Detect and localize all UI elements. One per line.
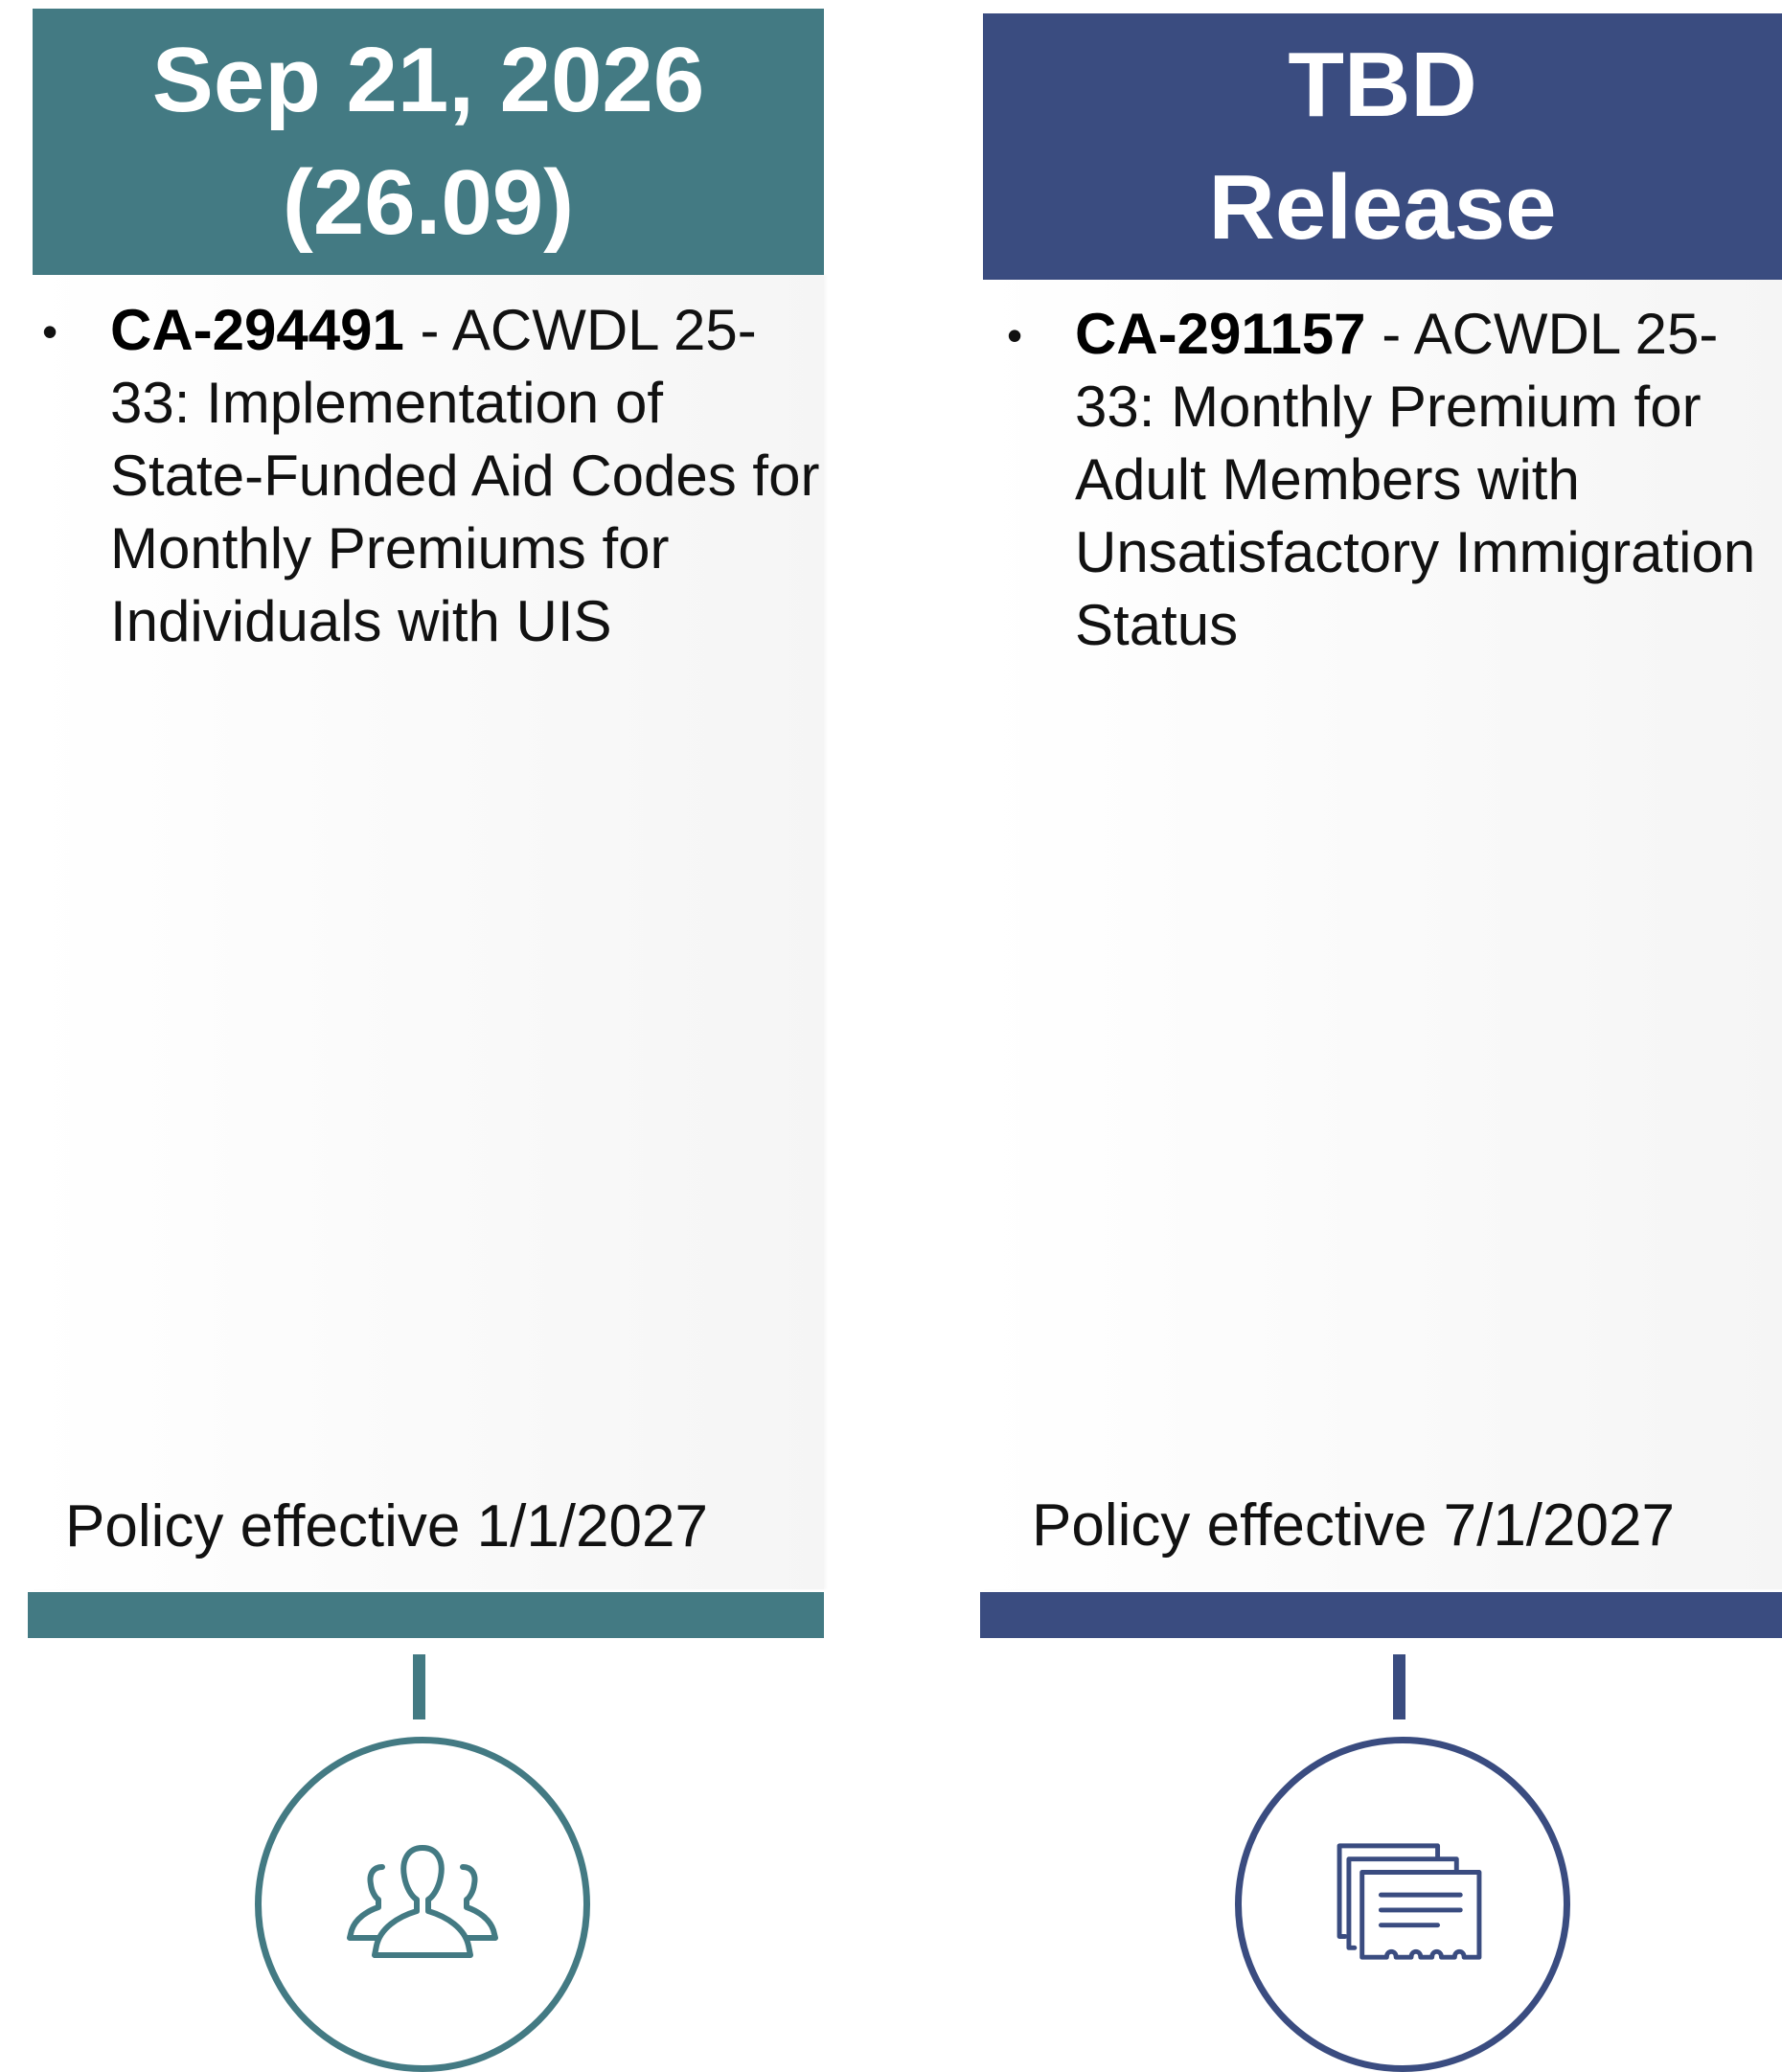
documents-stack-icon-circle: [1235, 1737, 1570, 2072]
release-card-1-header: Sep 21, 2026 (26.09): [33, 9, 824, 275]
release-card-2-footer-bar: [980, 1592, 1782, 1638]
item-id: CA-294491: [110, 298, 404, 362]
release-version: (26.09): [282, 151, 575, 254]
item-separator: -: [403, 298, 452, 362]
policy-effective: Policy effective 1/1/2027: [65, 1493, 708, 1560]
documents-stack-icon: [1336, 1843, 1482, 1960]
release-card-1-footer-bar: [28, 1592, 824, 1638]
release-date: TBD: [1288, 34, 1477, 136]
release-item: CA-291157 - ACWDL 25-33: Monthly Premium…: [1075, 298, 1782, 662]
bullet-icon: •: [1007, 310, 1023, 360]
connector-line: [1393, 1654, 1405, 1719]
connector-line: [413, 1654, 425, 1719]
release-date: Sep 21, 2026: [151, 29, 705, 131]
bullet-icon: •: [42, 307, 58, 356]
item-id: CA-291157: [1075, 302, 1366, 366]
item-separator: -: [1365, 302, 1414, 366]
release-item: CA-294491 - ACWDL 25-33: Implementation …: [110, 294, 824, 658]
policy-effective: Policy effective 7/1/2027: [1032, 1492, 1675, 1559]
people-group-icon-circle: [255, 1737, 590, 2072]
people-group-icon: [347, 1845, 498, 1958]
release-card-2-header: TBD Release: [983, 13, 1782, 280]
release-version: Release: [1208, 156, 1557, 259]
